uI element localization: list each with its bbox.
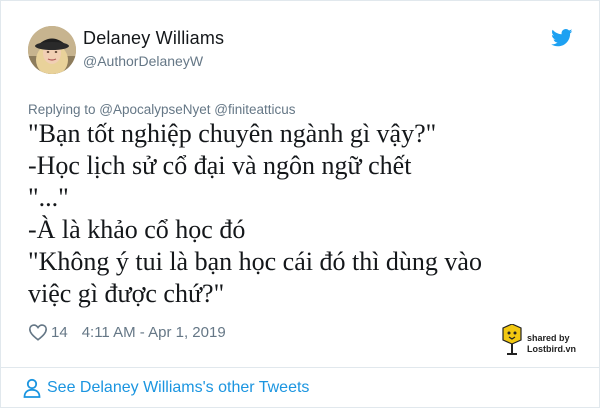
tweet-line: "Không ý tui là bạn học cái đó thì dùng … xyxy=(28,247,482,276)
like-count[interactable]: 14 xyxy=(51,324,68,341)
tweet-line: -À là khảo cổ học đó xyxy=(28,215,246,244)
tweet-line: "..." xyxy=(28,183,69,212)
divider xyxy=(1,367,599,368)
see-other-tweets-link[interactable]: See Delaney Williams's other Tweets xyxy=(23,377,309,399)
person-icon xyxy=(23,378,41,398)
author-display-name[interactable]: Delaney Williams xyxy=(83,28,224,49)
reply-context[interactable]: Replying to @ApocalypseNyet @finiteattic… xyxy=(28,102,296,117)
author-handle[interactable]: @AuthorDelaneyW xyxy=(83,53,203,69)
tweet-text: "Bạn tốt nghiệp chuyên ngành gì vậy?" -H… xyxy=(28,118,588,310)
tweet-card: Delaney Williams @AuthorDelaneyW Replyin… xyxy=(0,0,600,408)
avatar[interactable] xyxy=(28,26,76,74)
timestamp[interactable]: 4:11 AM - Apr 1, 2019 xyxy=(82,324,226,341)
lostbird-logo-icon xyxy=(502,324,522,355)
tweet-meta: 14 4:11 AM - Apr 1, 2019 xyxy=(28,321,226,343)
badge-shared-by-text: shared by xyxy=(527,333,570,343)
tweet-line: -Học lịch sử cổ đại và ngôn ngữ chết xyxy=(28,151,412,180)
heart-icon[interactable] xyxy=(28,323,48,341)
twitter-bird-icon[interactable] xyxy=(551,29,573,47)
shared-by-badge: shared by Lostbird.vn xyxy=(501,324,591,358)
see-other-tweets-label[interactable]: See Delaney Williams's other Tweets xyxy=(47,379,309,397)
tweet-line: "Bạn tốt nghiệp chuyên ngành gì vậy?" xyxy=(28,119,437,148)
tweet-line: việc gì được chứ?" xyxy=(28,279,225,308)
badge-site-text: Lostbird.vn xyxy=(527,344,576,354)
